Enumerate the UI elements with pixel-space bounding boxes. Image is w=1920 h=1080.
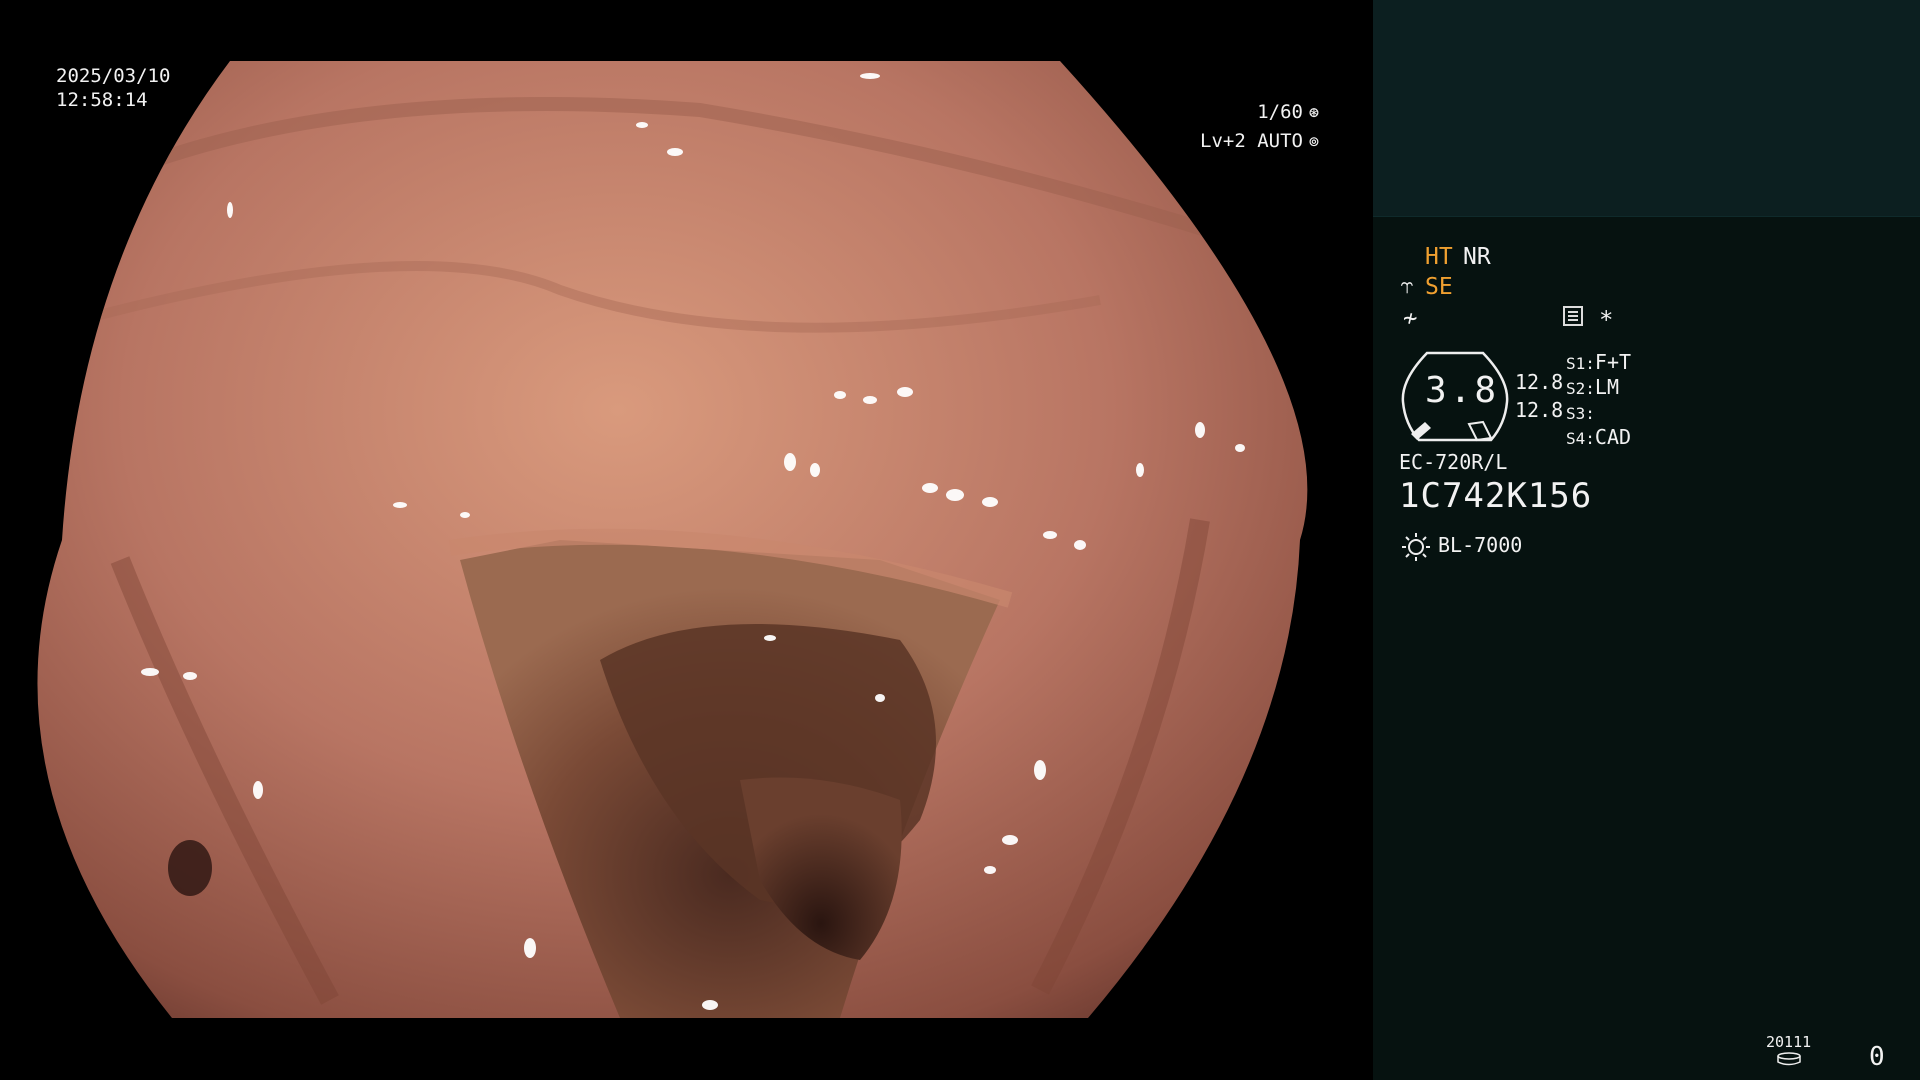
mode-ht: HT [1425,244,1453,270]
shutter-speed: 1/60 [1257,101,1303,123]
scope-model: EC-720R/L [1399,450,1508,474]
scope-serial: 1C742K156 [1399,476,1593,516]
switch-s1: S1:F+T [1566,350,1632,374]
shutter-icon: ⊛ [1308,103,1320,123]
light-source-label: BL-7000 [1438,533,1523,557]
readout-upper: 12.8 [1515,370,1564,394]
endoscopic-image [37,61,1308,1018]
date-time: 2025/03/10 12:58:14 [56,64,170,112]
time-text: 12:58:14 [56,89,148,111]
freeze-icon: ≁ [1403,304,1418,332]
mode-se: SE [1425,274,1453,300]
endoscope-view: 2025/03/10 12:58:14 1/60 ⊛ Lv+2 AUTO ⊚ [0,0,1373,1080]
readout-lower: 12.8 [1515,398,1564,422]
light-source-icon [1402,533,1430,561]
auto-exposure-icon: ⊚ [1308,132,1320,152]
menu-icon [1563,306,1583,326]
switch-s3: S3: [1566,404,1595,423]
star-marker: * [1599,306,1614,334]
status-panel: HT NR ⥾ SE ≁ * 3.8 12.8 12.8 S1:F+T S2:L… [1373,0,1920,1080]
date-text: 2025/03/10 [56,65,171,87]
counter-value: 0 [1869,1042,1885,1072]
storage-icon [1777,1052,1801,1066]
switch-s2: S2:LM [1566,375,1619,399]
camera-settings: 1/60 ⊛ Lv+2 AUTO ⊚ [1200,98,1323,156]
dial-value: 3.8 [1425,370,1500,411]
mode-nr: NR [1463,244,1491,270]
switch-s4: S4:CAD [1566,425,1632,449]
scope-tip-icon: ⥾ [1401,274,1414,299]
exposure-level: Lv+2 AUTO [1200,130,1303,152]
counter-label: 20111 [1766,1033,1812,1051]
